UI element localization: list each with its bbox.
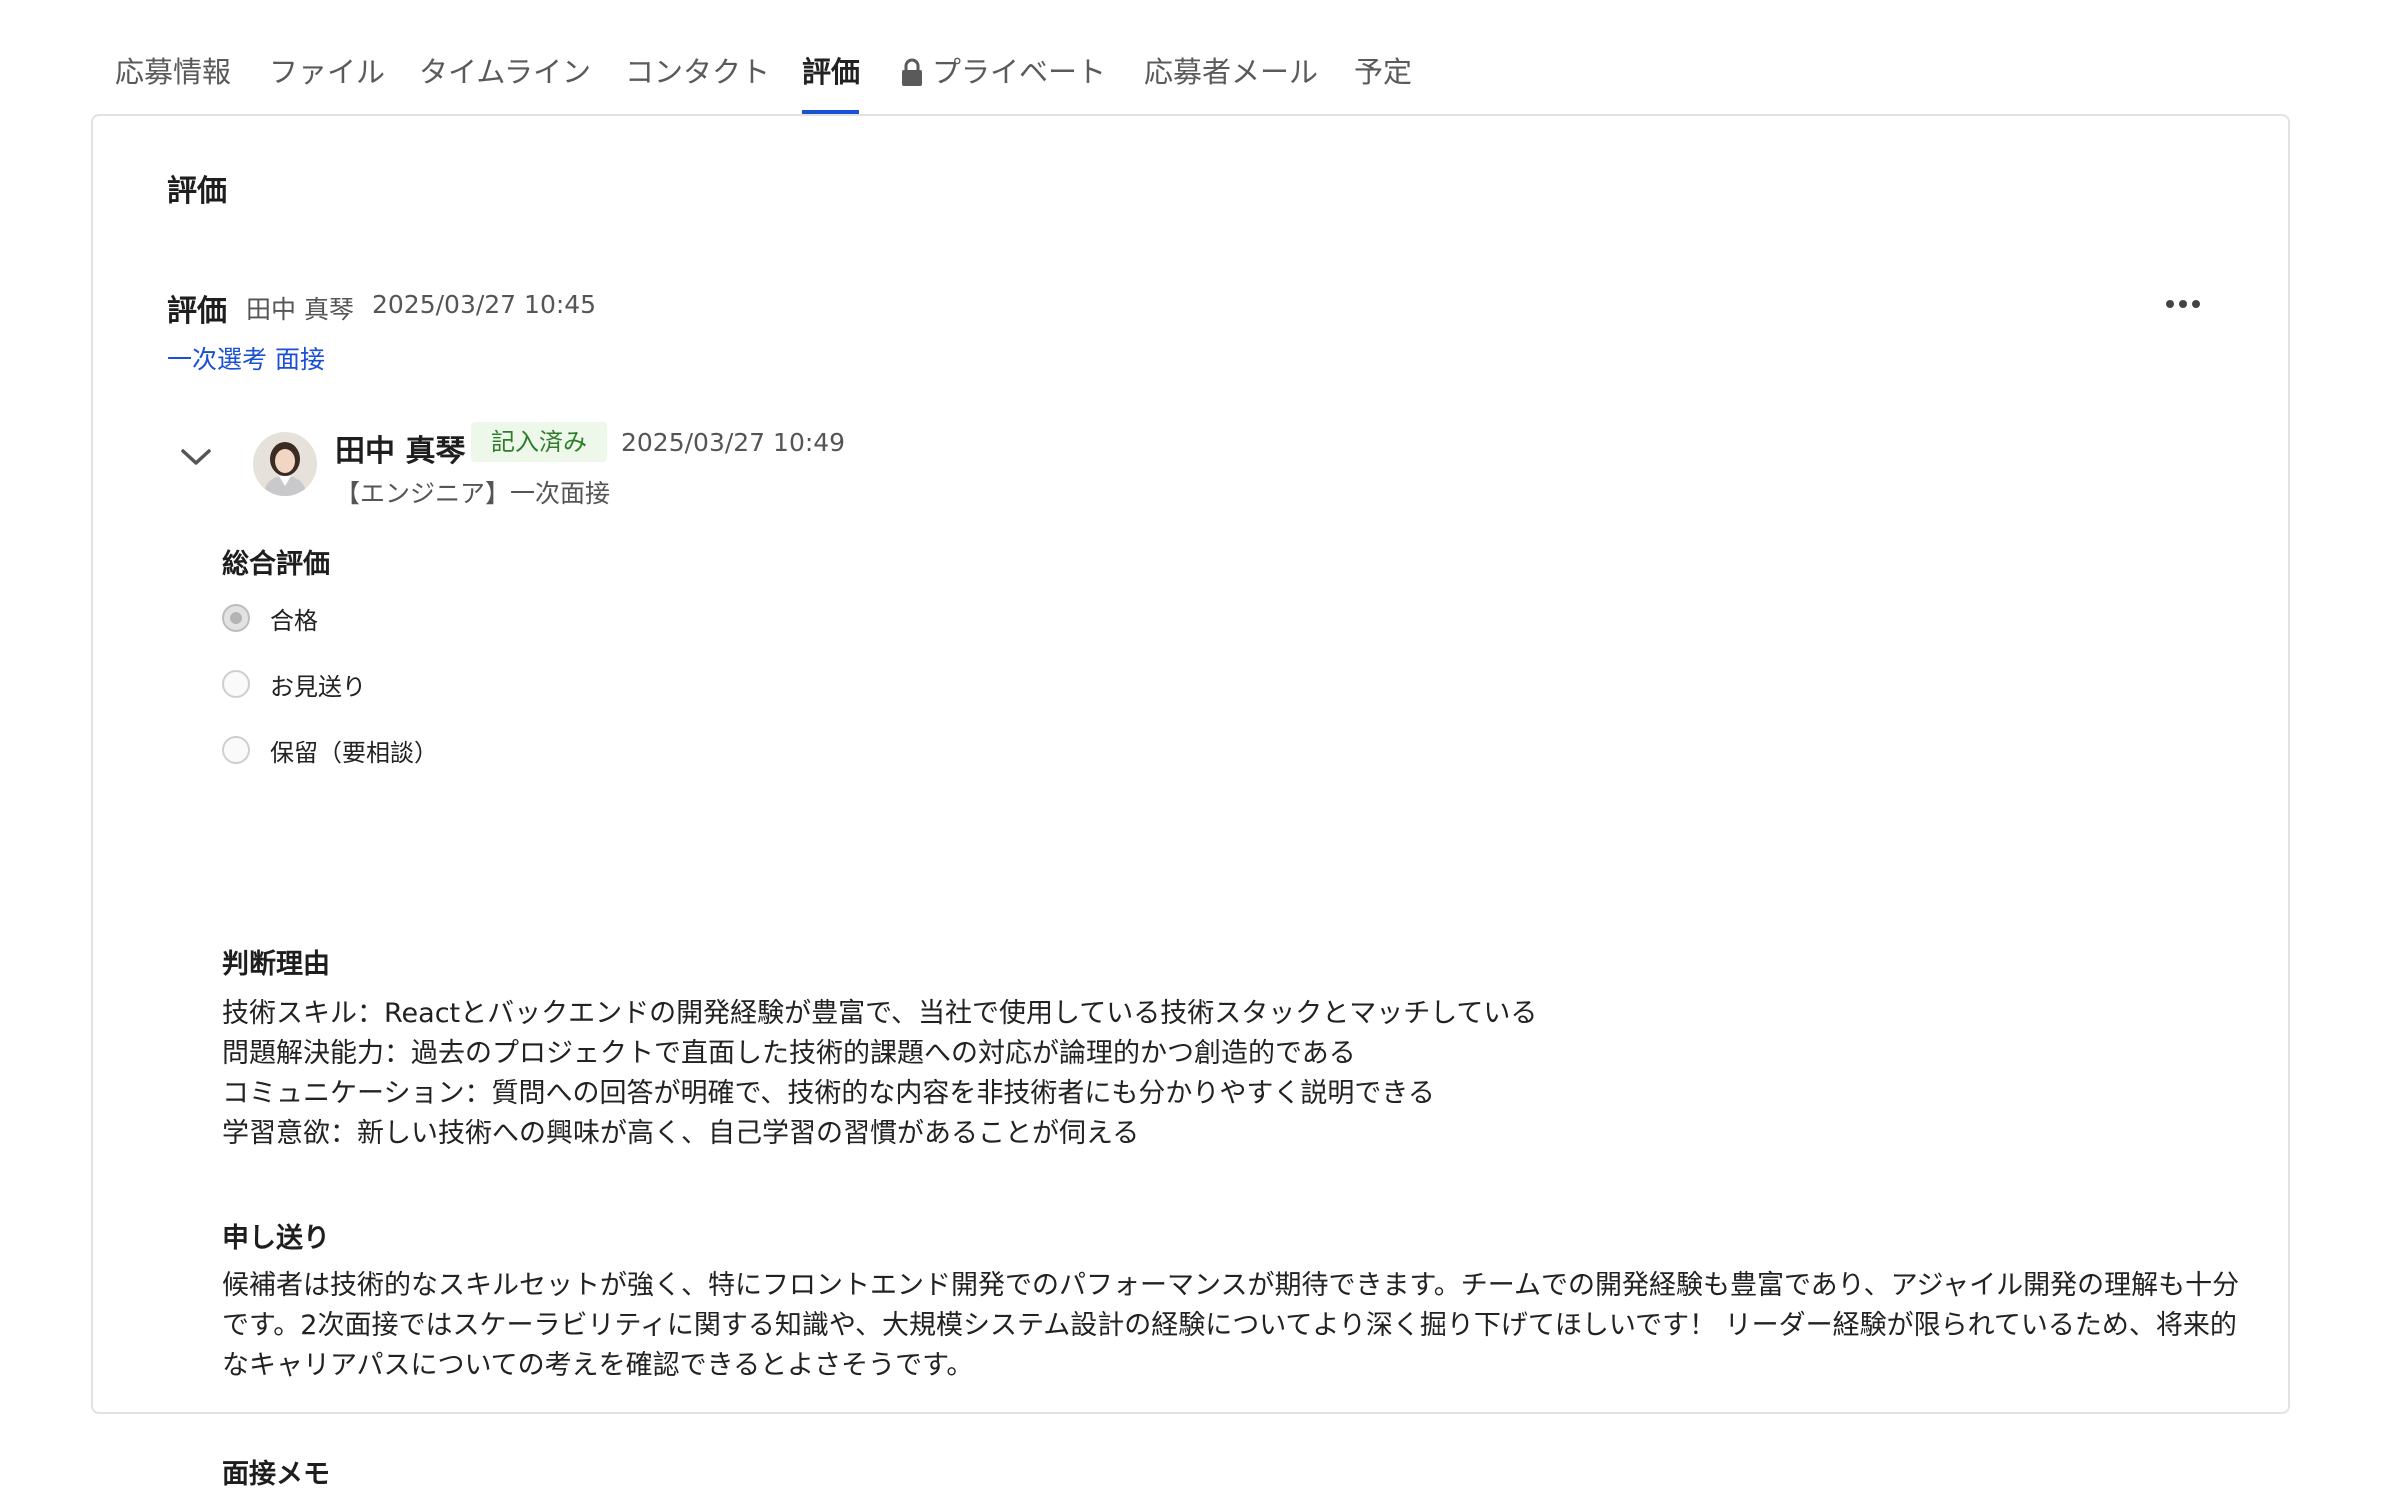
overall-rating-label: 総合評価 [222,549,330,580]
reason-line: 問題解決能力：過去のプロジェクトで直面した技術的課題への対応が論理的かつ創造的で… [222,1038,1356,1069]
tab-bar: 応募情報 ファイル タイムライン コンタクト 評価 プライベート 応募者メール … [0,0,2388,117]
section-title: 評価 [167,174,227,209]
tab-files[interactable]: ファイル [269,52,385,92]
tab-private-label: プライベート [932,55,1107,89]
interview-memo-label: 面接メモ [222,1459,330,1490]
radio-label: 保留（要相談） [270,738,438,767]
lock-icon [900,57,924,97]
radio-label: お見送り [270,672,366,701]
tab-contact[interactable]: コンタクト [625,52,770,92]
radio-button[interactable] [222,736,250,764]
status-badge: 記入済み [471,422,607,462]
reviewer-date: 2025/03/27 10:49 [621,428,846,457]
reviewer-subtitle: 【エンジニア】一次面接 [335,479,611,508]
reason-label: 判断理由 [222,949,330,980]
handover-label: 申し送り [222,1223,330,1254]
tab-applicant-mail[interactable]: 応募者メール [1144,52,1318,92]
radio-button[interactable] [222,604,250,632]
stage-link[interactable]: 一次選考 面接 [167,340,325,376]
evaluation-card: 評価 評価 田中 真琴 2025/03/27 10:45 一次選考 面接 田中 … [91,114,2290,1490]
avatar [253,432,317,496]
tab-application-info[interactable]: 応募情報 [115,52,231,92]
radio-label: 合格 [270,606,318,635]
radio-hold[interactable]: 保留（要相談） [222,732,438,768]
reason-line: 学習意欲：新しい技術への興味が高く、自己学習の習慣があることが伺える [222,1118,1140,1149]
radio-button[interactable] [222,670,250,698]
evaluation-author: 田中 真琴 [246,295,354,324]
reason-line: 技術スキル：Reactとバックエンドの開発経験が豊富で、当社で使用している技術ス… [222,998,1538,1029]
more-options-icon[interactable] [2163,294,2203,314]
reason-line: コミュニケーション：質問への回答が明確で、技術的な内容を非技術者にも分かりやすく… [222,1078,1435,1109]
chevron-down-icon[interactable] [179,446,213,468]
radio-reject[interactable]: お見送り [222,666,366,702]
tab-timeline[interactable]: タイムライン [419,52,591,92]
handover-text: 候補者は技術的なスキルセットが強く、特にフロントエンド開発でのパフォーマンスが期… [222,1270,2240,1381]
tab-evaluation[interactable]: 評価 [802,52,860,92]
reviewer-name: 田中 真琴 [335,434,466,469]
reason-text: 技術スキル：Reactとバックエンドの開発経験が豊富で、当社で使用している技術ス… [222,994,1537,1154]
evaluation-title: 評価 [167,294,227,329]
tab-private[interactable]: プライベート [900,52,1106,97]
tab-schedule[interactable]: 予定 [1354,52,1412,92]
evaluation-date: 2025/03/27 10:45 [372,290,597,319]
radio-pass[interactable]: 合格 [222,600,318,636]
